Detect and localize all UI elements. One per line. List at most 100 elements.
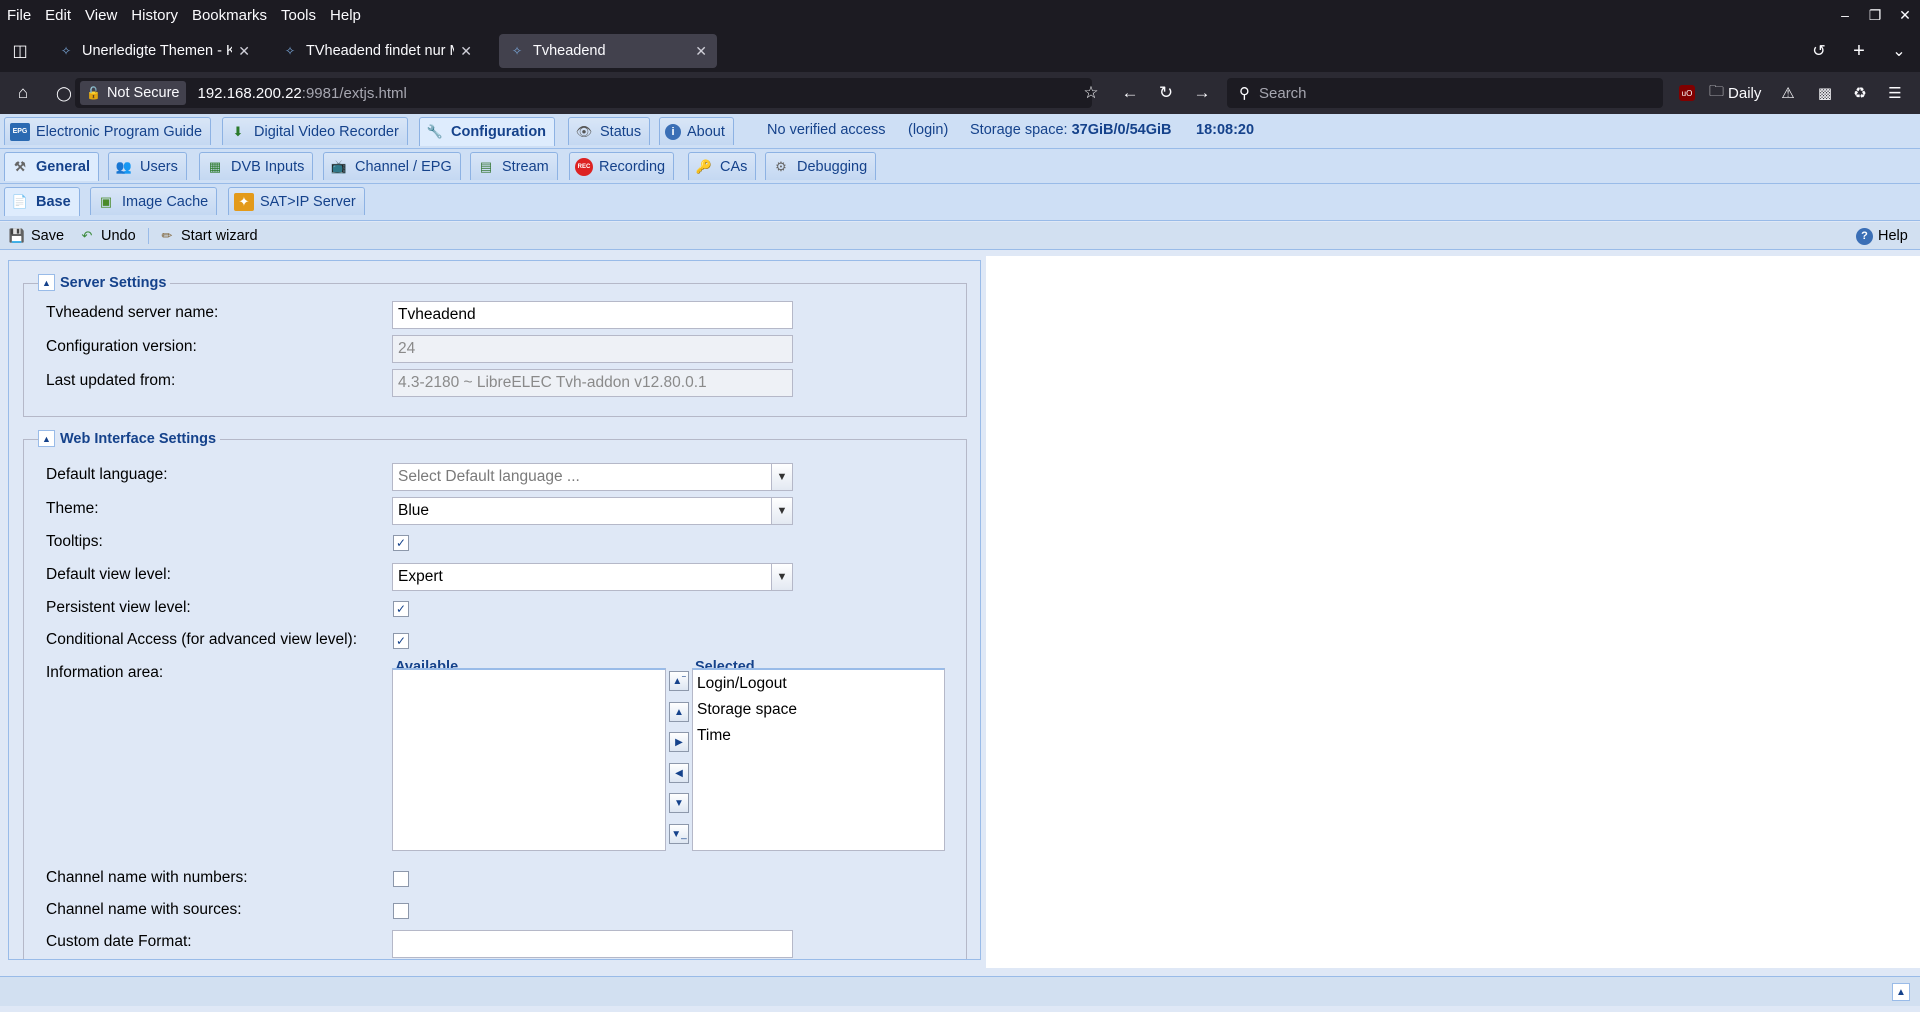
- close-tab-icon[interactable]: ✕: [695, 43, 707, 60]
- browser-tab-3[interactable]: ✧ Tvheadend ✕: [499, 34, 717, 68]
- undo-icon: ↶: [81, 228, 93, 243]
- tab-epg[interactable]: EPG Electronic Program Guide: [4, 117, 212, 145]
- menu-view[interactable]: View: [78, 7, 124, 24]
- selected-item-storage-space[interactable]: Storage space: [697, 701, 797, 719]
- url-text[interactable]: 192.168.200.22:9981/extjs.html: [198, 85, 407, 102]
- tab-overview-icon[interactable]: ◫: [7, 38, 33, 64]
- new-tab-icon[interactable]: +: [1846, 38, 1872, 64]
- search-bar[interactable]: ⚲ Search: [1227, 78, 1663, 108]
- undo-button[interactable]: ↶ Undo: [78, 226, 136, 246]
- move-up-icon[interactable]: ▲: [669, 702, 689, 722]
- theme-select[interactable]: Blue ▼: [392, 497, 793, 525]
- close-tab-icon[interactable]: ✕: [460, 43, 472, 60]
- move-top-icon[interactable]: ▲‾: [669, 671, 689, 691]
- home-icon[interactable]: ⌂: [9, 80, 37, 106]
- tab-about[interactable]: i About: [659, 117, 734, 145]
- chevron-down-icon[interactable]: ▼: [771, 463, 793, 491]
- tab-satip-server[interactable]: ✦ SAT>IP Server: [228, 187, 365, 215]
- tracking-shield-icon[interactable]: ◯: [50, 80, 78, 106]
- reload-icon[interactable]: ↻: [1152, 80, 1180, 106]
- tab-dvr[interactable]: ⬇ Digital Video Recorder: [222, 117, 408, 145]
- bookmark-star-icon[interactable]: ☆: [1077, 80, 1105, 106]
- menu-file[interactable]: File: [0, 7, 38, 24]
- menu-history[interactable]: History: [124, 7, 185, 24]
- minimize-icon[interactable]: –: [1830, 0, 1860, 30]
- browser-tab-2[interactable]: ✧ TVheadend findet nur Mu ✕: [272, 34, 482, 68]
- search-icon: ⚲: [1239, 85, 1250, 102]
- close-window-icon[interactable]: ✕: [1890, 0, 1920, 30]
- persistent-view-checkbox[interactable]: ✓: [393, 601, 409, 617]
- restore-icon[interactable]: ❐: [1860, 0, 1890, 30]
- window-controls: – ❐ ✕: [1830, 0, 1920, 30]
- server-name-input[interactable]: Tvheadend: [392, 301, 793, 329]
- tab-debugging[interactable]: ⚙ Debugging: [765, 152, 877, 180]
- url-host: 192.168.200.22: [197, 84, 302, 102]
- history-icon[interactable]: ↺: [1806, 38, 1832, 64]
- close-tab-icon[interactable]: ✕: [238, 43, 250, 60]
- general-tab-strip: 📄 Base ▣ Image Cache ✦ SAT>IP Server: [0, 184, 1920, 221]
- channel-sources-checkbox[interactable]: [393, 903, 409, 919]
- ublock-icon[interactable]: uO: [1676, 80, 1698, 106]
- tab-image-cache[interactable]: ▣ Image Cache: [90, 187, 218, 215]
- list-tabs-icon[interactable]: ⌄: [1886, 38, 1912, 64]
- tab-cas[interactable]: 🔑 CAs: [688, 152, 757, 180]
- extensions-puzzle-icon[interactable]: ♻: [1847, 80, 1873, 106]
- tab-dvb-inputs[interactable]: ▦ DVB Inputs: [199, 152, 314, 180]
- view-level-select[interactable]: Expert ▼: [392, 563, 793, 591]
- forward-icon[interactable]: →: [1188, 80, 1216, 106]
- move-down-icon[interactable]: ▼: [669, 793, 689, 813]
- expand-collapse-icon[interactable]: ▲: [1892, 983, 1910, 1001]
- tab-configuration[interactable]: 🔧 Configuration: [419, 117, 556, 146]
- remove-left-icon[interactable]: ◀: [669, 763, 689, 783]
- legend-text: Server Settings: [60, 274, 167, 291]
- selected-item-time[interactable]: Time: [697, 727, 731, 745]
- menu-tools[interactable]: Tools: [274, 7, 323, 24]
- save-button[interactable]: 💾 Save: [8, 226, 64, 246]
- channel-numbers-checkbox[interactable]: [393, 871, 409, 887]
- available-list[interactable]: [392, 668, 666, 851]
- browser-tab-1[interactable]: ✧ Unerledigte Themen - Ko ✕: [48, 34, 260, 68]
- back-icon[interactable]: ←: [1116, 80, 1144, 106]
- chevron-down-icon[interactable]: ▼: [771, 563, 793, 591]
- dvr-icon: ⬇: [232, 123, 244, 139]
- tab-stream[interactable]: ▤ Stream: [470, 152, 558, 180]
- add-right-icon[interactable]: ▶: [669, 732, 689, 752]
- menu-edit[interactable]: Edit: [38, 7, 78, 24]
- selected-item-login-logout[interactable]: Login/Logout: [697, 675, 787, 693]
- move-bottom-icon[interactable]: ▼_: [669, 824, 689, 844]
- tab-users[interactable]: 👥 Users: [108, 152, 187, 180]
- tooltips-checkbox[interactable]: ✓: [393, 535, 409, 551]
- chevron-down-icon[interactable]: ▼: [771, 497, 793, 525]
- not-secure-badge[interactable]: 🔓 Not Secure: [80, 81, 186, 105]
- selected-list[interactable]: Login/Logout Storage space Time: [692, 668, 945, 851]
- url-bar[interactable]: 🔓 Not Secure 192.168.200.22:9981/extjs.h…: [75, 78, 1092, 108]
- tab-label: SAT>IP Server: [260, 193, 356, 210]
- hamburger-menu-icon[interactable]: ☰: [1882, 80, 1908, 106]
- screenshot-extension-icon[interactable]: ▩: [1812, 80, 1838, 106]
- default-language-select[interactable]: Select Default language ... ▼: [392, 463, 793, 491]
- access-status-text: No verified access: [767, 122, 886, 138]
- collapse-up-icon[interactable]: ▲: [38, 430, 55, 447]
- collapse-up-icon[interactable]: ▲: [38, 274, 55, 291]
- eye-icon: 👁: [575, 123, 593, 139]
- tab-base[interactable]: 📄 Base: [4, 187, 80, 216]
- date-format-input[interactable]: [392, 930, 793, 958]
- dvb-card-icon: ▦: [208, 158, 222, 174]
- help-button[interactable]: ? Help: [1856, 226, 1908, 246]
- channel-sources-label: Channel name with sources:: [46, 901, 242, 918]
- extension-icon[interactable]: ⚠: [1775, 80, 1801, 106]
- theme-label: Theme:: [46, 500, 99, 517]
- bookmark-folder-daily[interactable]: 🗀 Daily: [1709, 80, 1761, 106]
- menu-help[interactable]: Help: [323, 7, 368, 24]
- search-placeholder: Search: [1259, 84, 1307, 102]
- tab-recording[interactable]: REC Recording: [569, 152, 675, 180]
- tab-general[interactable]: ⚒ General: [4, 152, 99, 181]
- menu-bookmarks[interactable]: Bookmarks: [185, 7, 274, 24]
- conditional-access-checkbox[interactable]: ✓: [393, 633, 409, 649]
- tab-status[interactable]: 👁 Status: [568, 117, 651, 145]
- start-wizard-button[interactable]: ✏ Start wizard: [158, 226, 258, 246]
- login-link[interactable]: (login): [908, 122, 948, 138]
- tab-title: Unerledigte Themen - Ko: [82, 43, 233, 59]
- base-doc-icon: 📄: [11, 194, 29, 209]
- tab-channel-epg[interactable]: 📺 Channel / EPG: [323, 152, 461, 180]
